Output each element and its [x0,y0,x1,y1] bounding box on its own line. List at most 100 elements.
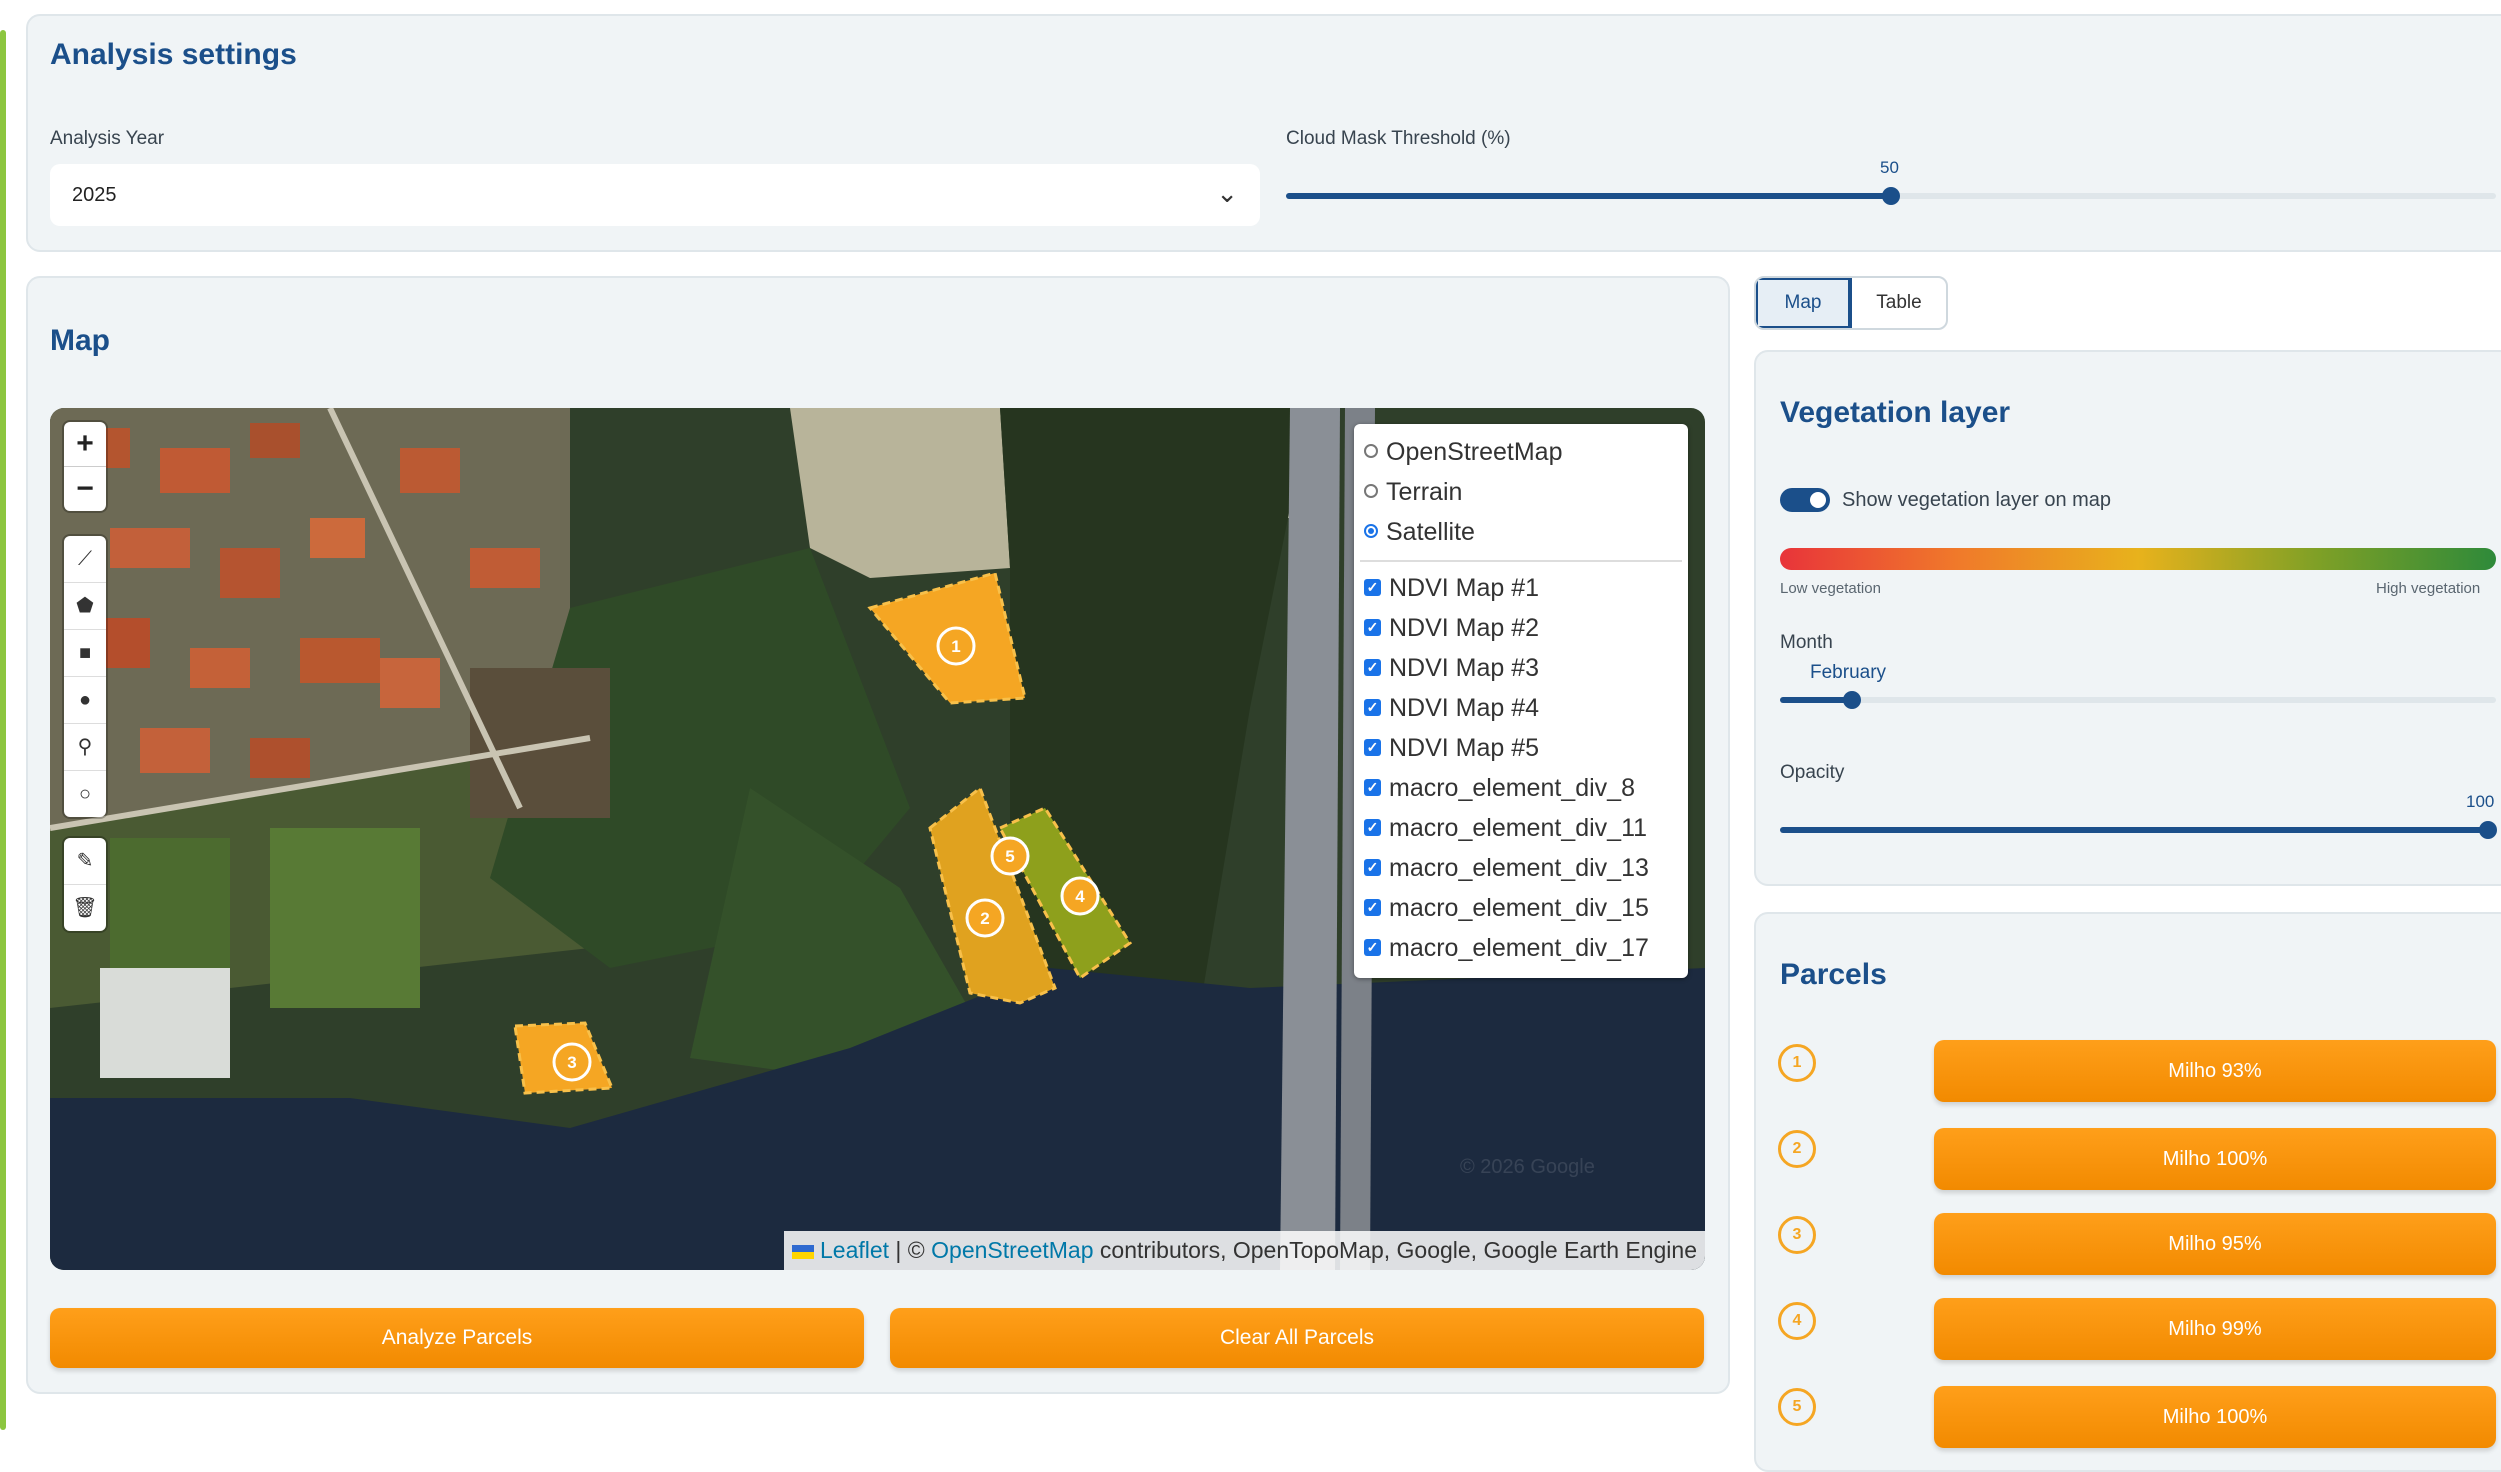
parcel-marker-4-label: 4 [1075,887,1085,906]
overlay-label: NDVI Map #1 [1389,574,1540,602]
vegetation-toggle[interactable] [1780,488,1830,512]
month-label: Month [1780,632,1833,653]
parcel-result-button[interactable]: Milho 99% [1934,1298,2496,1360]
analyze-parcels-button[interactable]: Analyze Parcels [50,1308,864,1368]
checkbox-checked-icon: ✓ [1364,658,1381,676]
analysis-settings-title: Analysis settings [50,38,297,71]
osm-link[interactable]: OpenStreetMap [931,1237,1093,1263]
cloud-slider-thumb[interactable] [1882,187,1900,205]
overlay-ndvi-4[interactable]: ✓ NDVI Map #4 [1354,688,1688,728]
base-layer-osm[interactable]: OpenStreetMap [1354,432,1688,472]
overlay-label: macro_element_div_8 [1389,774,1635,802]
overlay-label: macro_element_div_15 [1389,894,1649,922]
overlay-macro-17[interactable]: ✓ macro_element_div_17 [1354,928,1688,968]
vegetation-toggle-label: Show vegetation layer on map [1842,489,2112,511]
checkbox-checked-icon: ✓ [1364,738,1381,756]
opacity-label: Opacity [1780,762,1845,783]
base-layer-satellite[interactable]: Satellite [1354,512,1688,552]
attribution-rest: contributors, OpenTopoMap, Google, Googl… [1093,1237,1697,1263]
trash-icon[interactable]: 🗑 [64,884,106,931]
zoom-out-button[interactable]: − [64,466,106,511]
vegetation-layer-panel [1754,350,2501,886]
overlay-label: macro_element_div_17 [1389,934,1649,962]
draw-circle-icon[interactable]: ● [64,677,106,724]
parcel-marker-2-label: 2 [980,909,989,928]
draw-circlemarker-icon[interactable]: ○ [64,771,106,817]
overlay-ndvi-2[interactable]: ✓ NDVI Map #2 [1354,608,1688,648]
ukraine-flag-icon [791,1244,814,1259]
map-view[interactable]: 1 2 3 4 5 © 2026 Google + − ⟋ ⬟ ■ ● ⚲ ○ … [50,408,1705,1270]
checkbox-checked-icon: ✓ [1364,818,1381,836]
draw-polygon-icon[interactable]: ⬟ [64,583,106,630]
month-value: February [1810,662,1887,683]
draw-polyline-icon[interactable]: ⟋ [64,536,106,583]
opacity-slider-thumb[interactable] [2479,821,2497,839]
cloud-threshold-label: Cloud Mask Threshold (%) [1286,128,1511,149]
draw-marker-icon[interactable]: ⚲ [64,724,106,771]
layers-control: OpenStreetMap Terrain Satellite ✓ NDVI Ma… [1354,424,1688,978]
layers-separator [1360,560,1682,562]
parcel-result-button[interactable]: Milho 100% [1934,1386,2496,1448]
checkbox-checked-icon: ✓ [1364,618,1381,636]
zoom-in-button[interactable]: + [64,422,106,466]
zoom-control: + − [64,422,106,511]
parcel-result-button[interactable]: Milho 95% [1934,1213,2496,1275]
analysis-year-select[interactable]: 2025 ⌄ [50,164,1260,226]
overlay-macro-13[interactable]: ✓ macro_element_div_13 [1354,848,1688,888]
month-slider-thumb[interactable] [1843,691,1861,709]
overlay-label: macro_element_div_13 [1389,854,1649,882]
parcel-number-badge: 4 [1778,1302,1816,1340]
tab-map[interactable]: Map [1756,278,1852,328]
checkbox-checked-icon: ✓ [1364,938,1381,956]
parcels-title: Parcels [1780,958,1887,991]
parcel-number-badge: 1 [1778,1044,1816,1082]
overlay-label: NDVI Map #5 [1389,734,1540,762]
overlay-macro-15[interactable]: ✓ macro_element_div_15 [1354,888,1688,928]
analysis-year-value: 2025 [72,184,117,206]
radio-icon [1364,484,1378,499]
overlay-ndvi-1[interactable]: ✓ NDVI Map #1 [1354,568,1688,608]
low-vegetation-label: Low vegetation [1780,580,1881,597]
parcel-number-badge: 2 [1778,1130,1816,1168]
cloud-threshold-value: 50 [1880,158,1899,177]
map-attribution: Leaflet | © OpenStreetMap contributors, … [783,1231,1705,1270]
overlay-ndvi-3[interactable]: ✓ NDVI Map #3 [1354,648,1688,688]
tab-table[interactable]: Table [1852,278,1946,328]
overlay-macro-11[interactable]: ✓ macro_element_div_11 [1354,808,1688,848]
draw-rectangle-icon[interactable]: ■ [64,630,106,677]
overlay-label: NDVI Map #3 [1389,654,1540,682]
clear-all-parcels-button[interactable]: Clear All Parcels [890,1308,1704,1368]
parcel-result-button[interactable]: Milho 93% [1934,1040,2496,1102]
chevron-down-icon: ⌄ [1216,178,1238,208]
checkbox-checked-icon: ✓ [1364,698,1381,716]
parcel-result-button[interactable]: Milho 100% [1934,1128,2496,1190]
edit-layers-icon[interactable]: ✎ [64,838,106,884]
radio-icon [1364,444,1378,459]
left-accent-bar [0,30,6,1430]
base-layer-label: OpenStreetMap [1386,438,1563,466]
high-vegetation-label: High vegetation [2376,580,2481,597]
parcel-marker-5-label: 5 [1005,847,1014,866]
month-slider-fill [1780,697,1852,703]
parcel-marker-3-label: 3 [567,1053,576,1072]
map-title: Map [50,324,110,357]
base-layer-label: Terrain [1386,478,1463,506]
vegetation-color-scale [1780,548,2496,570]
base-layer-terrain[interactable]: Terrain [1354,472,1688,512]
google-watermark: © 2026 Google [1460,1156,1595,1178]
overlay-ndvi-5[interactable]: ✓ NDVI Map #5 [1354,728,1688,768]
overlay-label: NDVI Map #2 [1389,614,1540,642]
parcel-number-badge: 5 [1778,1388,1816,1426]
opacity-slider-fill [1780,827,2490,833]
base-layer-label: Satellite [1386,518,1475,546]
checkbox-checked-icon: ✓ [1364,778,1381,796]
parcel-number-badge: 3 [1778,1216,1816,1254]
overlay-label: NDVI Map #4 [1389,694,1540,722]
overlay-label: macro_element_div_11 [1389,814,1648,842]
edit-toolbar: ✎ 🗑 [64,838,106,931]
parcel-marker-1-label: 1 [951,637,960,656]
leaflet-link[interactable]: Leaflet [820,1237,889,1263]
checkbox-checked-icon: ✓ [1364,578,1381,596]
overlay-macro-8[interactable]: ✓ macro_element_div_8 [1354,768,1688,808]
analysis-year-label: Analysis Year [50,128,165,149]
